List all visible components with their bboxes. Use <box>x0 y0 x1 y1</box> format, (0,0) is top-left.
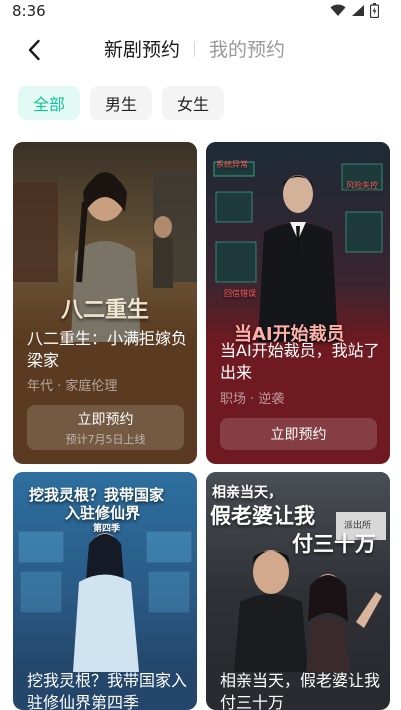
poster-title-art: 假老婆让我 <box>210 504 315 528</box>
filter-bar: 全部 男生 女生 <box>18 86 225 120</box>
poster-tag: 风险失控 <box>346 181 378 190</box>
filter-all[interactable]: 全部 <box>18 86 81 120</box>
tab-bar: 新剧预约 我的预约 <box>104 35 285 62</box>
poster-title-art: 相亲当天， <box>212 485 282 501</box>
signal-icon <box>352 5 364 16</box>
drama-card[interactable]: 相亲当天， 假老婆让我 付三十万 派出所 相亲当天，假老婆让我付三十万 <box>206 472 390 710</box>
header: 新剧预约 我的预约 <box>0 28 401 72</box>
poster-title-art: 付三十万 <box>292 532 376 556</box>
poster-sign: 派出所 <box>344 521 372 531</box>
tab-divider <box>194 40 196 57</box>
status-bar: 8:36 <box>0 0 401 24</box>
drama-card[interactable]: 系统异常 风险失控 回信错误 当AI开始裁员 当AI开始裁员，我站了出来 职场 … <box>206 142 390 464</box>
drama-card[interactable]: 挖我灵根？我带国家 入驻修仙界 第四季 挖我灵根？我带国家入驻修仙界第四季 <box>13 472 197 710</box>
poster-title-art: 八二重生 <box>61 297 150 323</box>
filter-male[interactable]: 男生 <box>90 86 153 120</box>
drama-title: 八二重生：小满拒嫁负梁家 <box>27 329 188 370</box>
reserve-button[interactable]: 立即预约 预计7月5日上线 <box>27 405 184 450</box>
reserve-button[interactable]: 立即预约 <box>220 418 377 450</box>
wifi-icon <box>330 4 346 16</box>
drama-title: 挖我灵根？我带国家入驻修仙界第四季 <box>27 671 188 710</box>
battery-icon <box>370 3 379 18</box>
release-date: 预计7月5日上线 <box>65 432 146 446</box>
drama-genre: 年代 · 家庭伦理 <box>27 379 118 394</box>
reserve-button-label: 立即预约 <box>77 411 134 428</box>
drama-genre: 职场 · 逆袭 <box>220 392 285 407</box>
drama-poster: 挖我灵根？我带国家 入驻修仙界 第四季 <box>13 472 197 672</box>
poster-tag: 系统异常 <box>216 160 248 169</box>
tab-my-reservations[interactable]: 我的预约 <box>209 35 285 62</box>
poster-title-art: 入驻修仙界 <box>65 504 141 522</box>
drama-title: 相亲当天，假老婆让我付三十万 <box>220 671 381 710</box>
poster-season: 第四季 <box>93 524 121 534</box>
drama-poster: 相亲当天， 假老婆让我 付三十万 派出所 <box>206 472 390 672</box>
status-time: 8:36 <box>12 2 46 20</box>
back-arrow-icon <box>28 39 40 61</box>
drama-title: 当AI开始裁员，我站了出来 <box>220 341 380 382</box>
tab-new-drama-reservations[interactable]: 新剧预约 <box>104 35 180 62</box>
drama-poster: 系统异常 风险失控 回信错误 当AI开始裁员 <box>206 142 390 345</box>
status-icons <box>330 3 379 18</box>
filter-female[interactable]: 女生 <box>162 86 225 120</box>
drama-card[interactable]: 八二重生 八二重生：小满拒嫁负梁家 年代 · 家庭伦理 立即预约 预计7月5日上… <box>13 142 197 464</box>
back-button[interactable] <box>20 36 48 64</box>
drama-poster: 八二重生 <box>13 142 197 342</box>
reserve-button-label: 立即预约 <box>270 427 327 443</box>
poster-tag: 回信错误 <box>224 289 256 298</box>
